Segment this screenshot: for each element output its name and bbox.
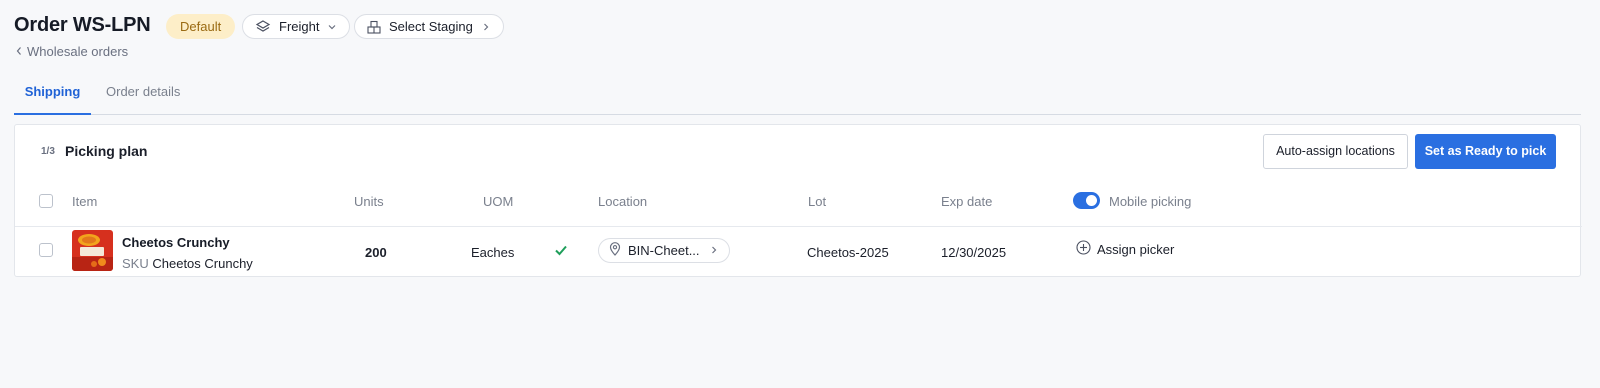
tab-shipping[interactable]: Shipping (14, 76, 91, 115)
select-all-checkbox[interactable] (39, 194, 53, 208)
product-thumbnail (72, 230, 113, 271)
picking-plan-card: 1/3 Picking plan Auto-assign locations S… (14, 124, 1582, 277)
column-header-mobile-picking: Mobile picking (1109, 194, 1192, 209)
freight-dropdown[interactable]: Freight (242, 14, 351, 39)
chevron-right-icon (709, 243, 719, 258)
lot-value: Cheetos-2025 (807, 245, 889, 260)
plus-circle-icon (1076, 240, 1091, 258)
set-ready-to-pick-button[interactable]: Set as Ready to pick (1415, 134, 1556, 169)
staging-label: Select Staging (389, 19, 473, 34)
column-header-exp-date: Exp date (941, 194, 993, 209)
column-header-location: Location (598, 194, 648, 209)
freight-icon (255, 19, 271, 34)
tab-bar: Shipping Order details (14, 76, 1581, 115)
tab-order-details[interactable]: Order details (106, 76, 180, 115)
select-staging-button[interactable]: Select Staging (354, 14, 504, 39)
check-icon (554, 243, 568, 262)
map-pin-icon (609, 242, 621, 259)
chevron-right-icon (481, 22, 491, 32)
staging-icon (367, 20, 381, 34)
status-badge: Default (166, 14, 236, 39)
row-divider (15, 226, 1582, 227)
location-value: BIN-Cheet... (628, 243, 700, 258)
freight-label: Freight (279, 19, 320, 34)
breadcrumb-label: Wholesale orders (27, 44, 129, 59)
sku-value: Cheetos Crunchy (152, 256, 253, 271)
column-header-item: Item (72, 194, 98, 209)
product-sku: SKU Cheetos Crunchy (122, 256, 253, 271)
product-name: Cheetos Crunchy (122, 235, 230, 250)
column-header-lot: Lot (808, 194, 827, 209)
auto-assign-locations-button[interactable]: Auto-assign locations (1263, 134, 1408, 169)
sku-label: SKU (122, 256, 149, 271)
breadcrumb-back-link[interactable]: Wholesale orders (15, 44, 128, 59)
column-header-units: Units (354, 194, 384, 209)
chevron-left-icon (15, 44, 23, 59)
column-header-uom: UOM (483, 194, 514, 209)
exp-date-value: 12/30/2025 (941, 245, 1007, 260)
assign-picker-button[interactable]: Assign picker (1076, 240, 1174, 258)
location-selector[interactable]: BIN-Cheet... (598, 238, 730, 263)
units-value: 200 (365, 245, 387, 260)
step-indicator: 1/3 (41, 146, 55, 157)
toggle-knob (1086, 195, 1097, 206)
page-title: Order WS-LPN (14, 14, 151, 36)
chevron-down-icon (327, 22, 337, 32)
uom-value: Eaches (471, 245, 515, 260)
row-checkbox[interactable] (39, 243, 53, 257)
assign-picker-label: Assign picker (1097, 241, 1175, 257)
mobile-picking-toggle[interactable] (1073, 192, 1100, 209)
picking-plan-title: Picking plan (65, 143, 148, 159)
